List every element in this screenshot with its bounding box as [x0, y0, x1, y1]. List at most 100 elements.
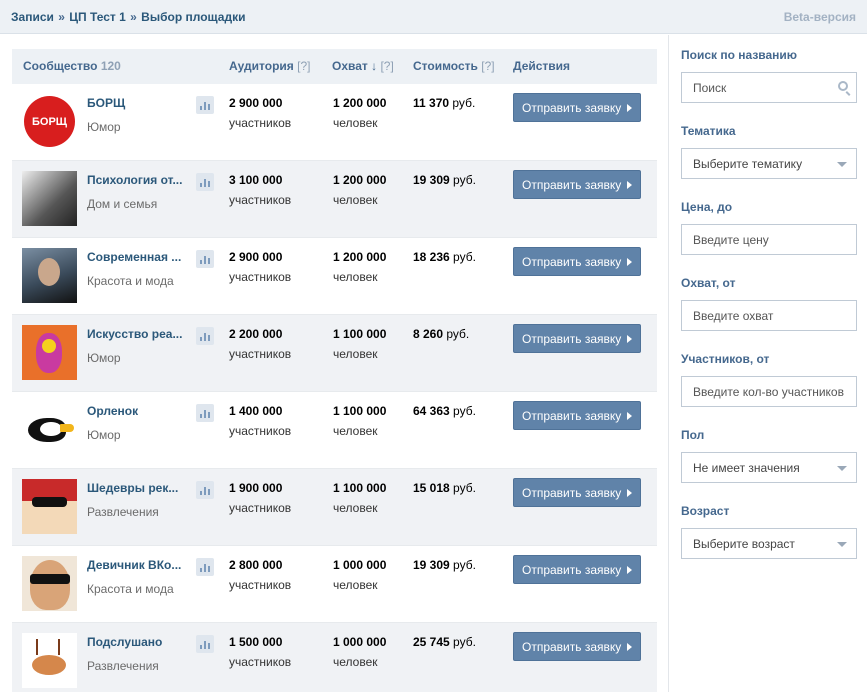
community-count: 120: [100, 59, 121, 73]
chevron-right-icon: [627, 258, 632, 266]
price-cell: 19 309 руб.: [413, 173, 476, 187]
reach-value: 1 000 000: [333, 635, 387, 649]
audience-unit: участников: [229, 347, 292, 361]
reach-cell: 1 200 000 человек: [333, 250, 386, 284]
chevron-right-icon: [627, 104, 632, 112]
help-icon[interactable]: [?]: [481, 59, 494, 73]
avatar-logo-text: БОРЩ: [24, 96, 75, 147]
community-avatar[interactable]: [22, 248, 77, 303]
gender-select[interactable]: Не имеет значения: [681, 452, 857, 483]
price-value: 11 370: [413, 96, 450, 110]
community-name-link[interactable]: Искусство реа...: [87, 327, 197, 341]
audience-cell: 1 400 000 участников: [229, 404, 291, 438]
header-community[interactable]: Сообщество 120: [23, 49, 121, 84]
table-row: Шедевры рек... Развлечения 1 900 000 уча…: [12, 469, 657, 546]
table-row: Девичник ВКо... Красота и мода 2 800 000…: [12, 546, 657, 623]
audience-unit: участников: [229, 424, 292, 438]
breadcrumb-separator: »: [130, 9, 137, 24]
audience-value: 1 500 000: [229, 635, 283, 649]
stats-icon[interactable]: [196, 173, 214, 191]
reach-unit: человек: [333, 193, 378, 207]
send-request-button[interactable]: Отправить заявку: [513, 478, 641, 507]
send-request-label: Отправить заявку: [522, 331, 622, 346]
sidebar-divider: [668, 35, 669, 692]
help-icon[interactable]: [?]: [297, 59, 310, 73]
send-request-button[interactable]: Отправить заявку: [513, 324, 641, 353]
community-avatar[interactable]: [22, 325, 77, 380]
community-avatar[interactable]: [22, 479, 77, 534]
community-name-link[interactable]: Современная ...: [87, 250, 197, 264]
breadcrumb-item-posts[interactable]: Записи: [11, 10, 54, 24]
audience-cell: 1 500 000 участников: [229, 635, 291, 669]
send-request-button[interactable]: Отправить заявку: [513, 93, 641, 122]
header-reach[interactable]: Охват ↓ [?]: [332, 49, 394, 84]
reach-unit: человек: [333, 501, 378, 515]
stats-icon[interactable]: [196, 481, 214, 499]
audience-value: 2 900 000: [229, 96, 283, 110]
reach-input[interactable]: Введите охват: [681, 300, 857, 331]
audience-cell: 2 800 000 участников: [229, 558, 291, 592]
audience-cell: 2 900 000 участников: [229, 96, 291, 130]
send-request-label: Отправить заявку: [522, 639, 622, 654]
community-avatar[interactable]: [22, 171, 77, 226]
members-input[interactable]: Введите кол-во участников: [681, 376, 857, 407]
stats-icon[interactable]: [196, 250, 214, 268]
audience-unit: участников: [229, 578, 292, 592]
community-avatar[interactable]: [22, 556, 77, 611]
community-avatar[interactable]: [22, 402, 77, 457]
table-row: Подслушано Развлечения 1 500 000 участни…: [12, 623, 657, 692]
stats-icon[interactable]: [196, 635, 214, 653]
send-request-label: Отправить заявку: [522, 408, 622, 423]
stats-icon[interactable]: [196, 558, 214, 576]
table-row: БОРЩ БОРЩ Юмор 2 900 000 участников 1 20…: [12, 84, 657, 161]
price-value: 64 363: [413, 404, 450, 418]
topic-select[interactable]: Выберите тематику: [681, 148, 857, 179]
breadcrumb-separator: »: [58, 9, 65, 24]
price-currency: руб.: [453, 558, 476, 572]
table-row: Психология от... Дом и семья 3 100 000 у…: [12, 161, 657, 238]
reach-cell: 1 200 000 человек: [333, 96, 386, 130]
header-audience[interactable]: Аудитория [?]: [229, 49, 310, 84]
send-request-button[interactable]: Отправить заявку: [513, 632, 641, 661]
community-name-link[interactable]: Подслушано: [87, 635, 197, 649]
stats-icon[interactable]: [196, 327, 214, 345]
reach-unit: человек: [333, 424, 378, 438]
search-icon: [838, 81, 848, 91]
table-header: Сообщество 120 Аудитория [?] Охват ↓ [?]…: [12, 49, 657, 84]
stats-icon[interactable]: [196, 96, 214, 114]
community-name-link[interactable]: Психология от...: [87, 173, 197, 187]
audience-cell: 2 900 000 участников: [229, 250, 291, 284]
reach-cell: 1 000 000 человек: [333, 558, 386, 592]
audience-value: 2 200 000: [229, 327, 283, 341]
price-currency: руб.: [453, 173, 476, 187]
reach-value: 1 200 000: [333, 173, 387, 187]
price-input[interactable]: Введите цену: [681, 224, 857, 255]
audience-value: 2 900 000: [229, 250, 283, 264]
community-name-link[interactable]: БОРЩ: [87, 96, 197, 110]
reach-value: 1 100 000: [333, 404, 387, 418]
price-cell: 15 018 руб.: [413, 481, 476, 495]
audience-unit: участников: [229, 116, 292, 130]
send-request-button[interactable]: Отправить заявку: [513, 247, 641, 276]
stats-icon[interactable]: [196, 404, 214, 422]
audience-value: 1 400 000: [229, 404, 283, 418]
community-avatar[interactable]: БОРЩ: [22, 94, 77, 149]
breadcrumb-item-campaign[interactable]: ЦП Тест 1: [69, 10, 126, 24]
price-currency: руб.: [453, 404, 476, 418]
send-request-button[interactable]: Отправить заявку: [513, 401, 641, 430]
help-icon[interactable]: [?]: [380, 59, 393, 73]
header-price[interactable]: Стоимость [?]: [413, 49, 495, 84]
topic-label: Тематика: [681, 124, 736, 138]
send-request-button[interactable]: Отправить заявку: [513, 555, 641, 584]
community-name-link[interactable]: Девичник ВКо...: [87, 558, 197, 572]
age-select[interactable]: Выберите возраст: [681, 528, 857, 559]
search-input[interactable]: Поиск: [681, 72, 857, 103]
price-currency: руб.: [453, 481, 476, 495]
community-name-link[interactable]: Шедевры рек...: [87, 481, 197, 495]
community-avatar[interactable]: [22, 633, 77, 688]
price-currency: руб.: [453, 250, 476, 264]
send-request-label: Отправить заявку: [522, 254, 622, 269]
community-name-link[interactable]: Орленок: [87, 404, 197, 418]
price-value: 25 745: [413, 635, 450, 649]
send-request-button[interactable]: Отправить заявку: [513, 170, 641, 199]
